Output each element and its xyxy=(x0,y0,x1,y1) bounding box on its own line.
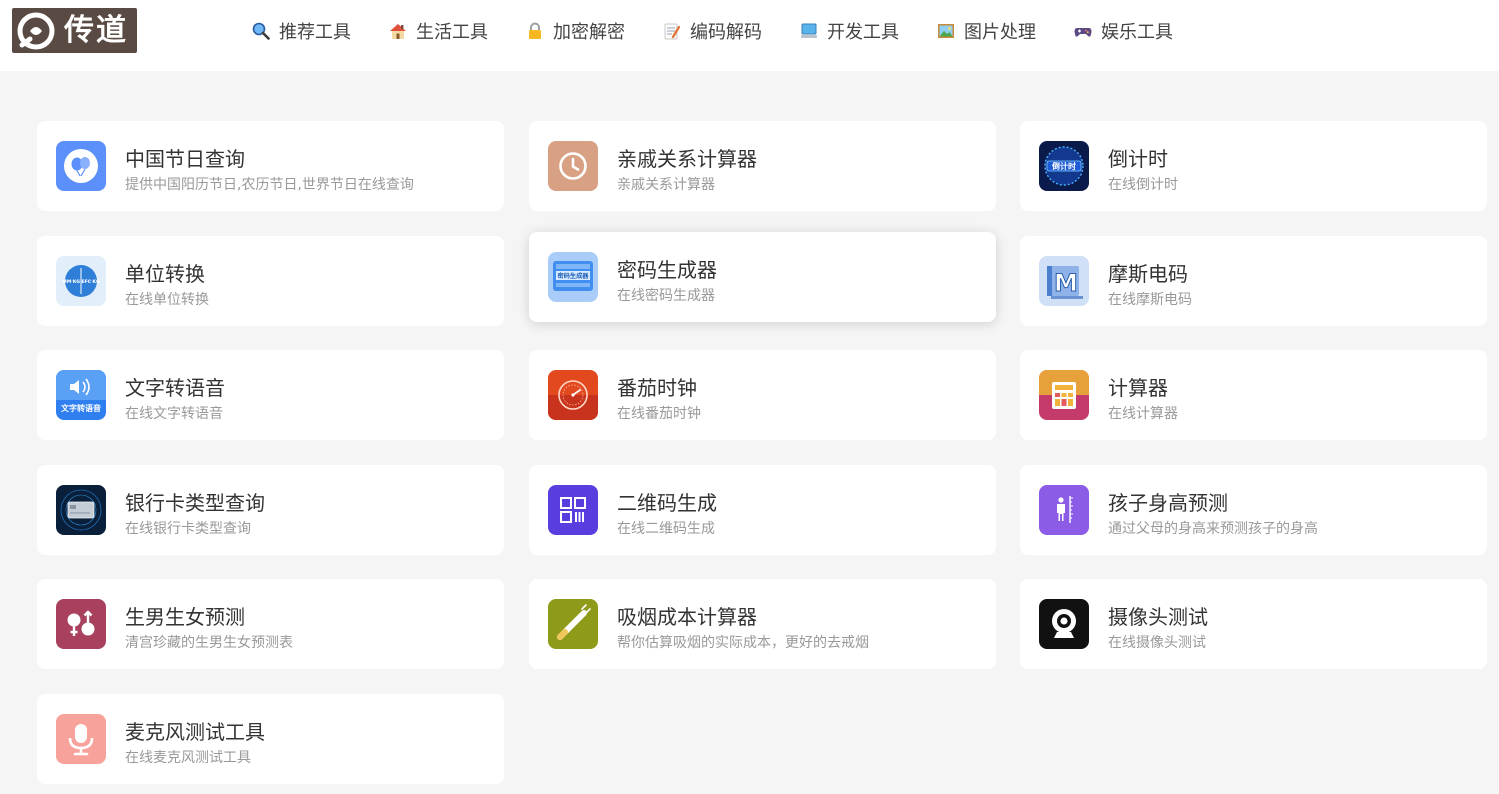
main-nav: 推荐工具 生活工具 加密解密 编码解码 开发工具 图片处理 娱乐工具 xyxy=(252,0,1211,62)
tool-card-password-generator[interactable]: 密码生成器 密码生成器 在线密码生成器 xyxy=(529,232,996,322)
nav-label: 开发工具 xyxy=(827,22,899,43)
nav-label: 推荐工具 xyxy=(279,22,351,43)
top-header: 传道 推荐工具 生活工具 加密解密 编码解码 开发工具 图片处理 娱乐工具 xyxy=(0,0,1499,71)
nav-label: 图片处理 xyxy=(964,22,1036,43)
tool-card-morse[interactable]: M 摩斯电码 在线摩斯电码 xyxy=(1020,236,1487,326)
nav-label: 生活工具 xyxy=(416,22,488,43)
computer-icon xyxy=(801,23,817,38)
tool-desc: 在线倒计时 xyxy=(1108,177,1178,193)
tool-desc: 在线二维码生成 xyxy=(617,521,715,537)
text-to-speech-icon-label: 文字转语音 xyxy=(61,403,101,413)
memo-icon xyxy=(664,23,681,40)
tool-title: 亲戚关系计算器 xyxy=(617,147,757,171)
tomato-clock-icon xyxy=(548,370,598,420)
nav-label: 娱乐工具 xyxy=(1101,22,1173,43)
tool-title: 文字转语音 xyxy=(125,376,225,400)
nav-item-life[interactable]: 生活工具 xyxy=(389,18,488,44)
webcam-icon xyxy=(1039,599,1089,649)
password-generator-icon: 密码生成器 xyxy=(548,252,598,302)
tool-card-unit-convert[interactable]: MM KG EFC KG 单位转换 在线单位转换 xyxy=(37,236,504,326)
tool-desc: 清宫珍藏的生男生女预测表 xyxy=(125,635,293,651)
nav-item-encryption[interactable]: 加密解密 xyxy=(526,18,625,44)
tool-card-tomato-clock[interactable]: 番茄时钟 在线番茄时钟 xyxy=(529,350,996,440)
tool-title: 密码生成器 xyxy=(617,258,717,282)
picture-icon xyxy=(938,24,954,38)
morse-icon: M xyxy=(1039,256,1089,306)
tool-desc: 提供中国阳历节日,农历节日,世界节日在线查询 xyxy=(125,177,414,193)
tool-desc: 在线摩斯电码 xyxy=(1108,292,1192,308)
text-to-speech-icon: 文字转语音 xyxy=(56,370,106,420)
nav-label: 加密解密 xyxy=(553,22,625,43)
tool-card-relative-calculator[interactable]: 亲戚关系计算器 亲戚关系计算器 xyxy=(529,121,996,211)
house-icon xyxy=(390,24,406,39)
tool-title: 计算器 xyxy=(1108,376,1168,400)
tool-desc: 在线银行卡类型查询 xyxy=(125,521,251,537)
unit-convert-icon-label: MM KG EFC KG xyxy=(62,279,100,285)
morse-icon-label: M xyxy=(1054,269,1078,297)
tool-title: 麦克风测试工具 xyxy=(125,720,265,744)
tool-title: 生男生女预测 xyxy=(125,605,245,629)
logo-text: 传道 xyxy=(64,13,128,48)
tool-card-countdown[interactable]: 倒计时 倒计时 在线倒计时 xyxy=(1020,121,1487,211)
tool-card-gender-prediction[interactable]: 生男生女预测 清宫珍藏的生男生女预测表 xyxy=(37,579,504,669)
nav-item-encoding[interactable]: 编码解码 xyxy=(663,18,762,44)
countdown-icon: 倒计时 xyxy=(1039,141,1089,191)
tool-title: 二维码生成 xyxy=(617,491,717,515)
countdown-icon-label: 倒计时 xyxy=(1051,161,1076,171)
unit-convert-icon: MM KG EFC KG xyxy=(56,256,106,306)
cigarette-icon xyxy=(548,599,598,649)
tool-title: 番茄时钟 xyxy=(617,376,697,400)
clock-icon xyxy=(548,141,598,191)
tool-card-child-height[interactable]: 孩子身高预测 通过父母的身高来预测孩子的身高 xyxy=(1020,465,1487,555)
tool-title: 吸烟成本计算器 xyxy=(617,605,757,629)
tool-desc: 在线麦克风测试工具 xyxy=(125,750,251,766)
tool-desc: 在线计算器 xyxy=(1108,406,1178,422)
tool-title: 孩子身高预测 xyxy=(1108,491,1228,515)
nav-item-dev[interactable]: 开发工具 xyxy=(800,18,899,44)
nav-item-image[interactable]: 图片处理 xyxy=(937,18,1036,44)
nav-label: 编码解码 xyxy=(690,22,762,43)
tool-desc: 在线密码生成器 xyxy=(617,288,715,304)
tool-title: 单位转换 xyxy=(125,262,205,286)
tool-desc: 在线单位转换 xyxy=(125,292,209,308)
gamepad-icon xyxy=(1074,28,1092,37)
lock-icon xyxy=(529,22,541,39)
tool-title: 摄像头测试 xyxy=(1108,605,1208,629)
microphone-icon xyxy=(56,714,106,764)
tool-desc: 帮你估算吸烟的实际成本，更好的去戒烟 xyxy=(617,635,869,651)
gender-icon xyxy=(56,599,106,649)
logo-icon xyxy=(17,12,55,49)
tool-card-microphone-test[interactable]: 麦克风测试工具 在线麦克风测试工具 xyxy=(37,694,504,784)
bank-card-icon xyxy=(56,485,106,535)
balloon-icon xyxy=(56,141,106,191)
tool-desc: 在线摄像头测试 xyxy=(1108,635,1206,651)
tool-desc: 在线番茄时钟 xyxy=(617,406,701,422)
tool-desc: 通过父母的身高来预测孩子的身高 xyxy=(1108,521,1318,537)
child-height-icon xyxy=(1039,485,1089,535)
password-generator-icon-label: 密码生成器 xyxy=(558,272,590,280)
tool-title: 摩斯电码 xyxy=(1108,262,1188,286)
tool-desc: 亲戚关系计算器 xyxy=(617,177,715,193)
tool-title: 中国节日查询 xyxy=(125,147,245,171)
tool-card-bank-card[interactable]: 银行卡类型查询 在线银行卡类型查询 xyxy=(37,465,504,555)
calculator-icon xyxy=(1039,370,1089,420)
tool-card-qrcode[interactable]: 二维码生成 在线二维码生成 xyxy=(529,465,996,555)
tool-card-text-to-speech[interactable]: 文字转语音 文字转语音 在线文字转语音 xyxy=(37,350,504,440)
nav-item-entertainment[interactable]: 娱乐工具 xyxy=(1074,18,1173,44)
magnifier-icon xyxy=(252,22,270,40)
tool-card-holiday[interactable]: 中国节日查询 提供中国阳历节日,农历节日,世界节日在线查询 xyxy=(37,121,504,211)
tool-card-calculator[interactable]: 计算器 在线计算器 xyxy=(1020,350,1487,440)
tool-title: 倒计时 xyxy=(1108,147,1168,171)
tool-card-webcam-test[interactable]: 摄像头测试 在线摄像头测试 xyxy=(1020,579,1487,669)
tool-card-smoking-cost[interactable]: 吸烟成本计算器 帮你估算吸烟的实际成本，更好的去戒烟 xyxy=(529,579,996,669)
tool-title: 银行卡类型查询 xyxy=(125,491,265,515)
qrcode-icon xyxy=(548,485,598,535)
site-logo[interactable]: 传道 xyxy=(12,8,137,53)
tool-desc: 在线文字转语音 xyxy=(125,406,223,422)
nav-item-recommended[interactable]: 推荐工具 xyxy=(252,18,351,44)
